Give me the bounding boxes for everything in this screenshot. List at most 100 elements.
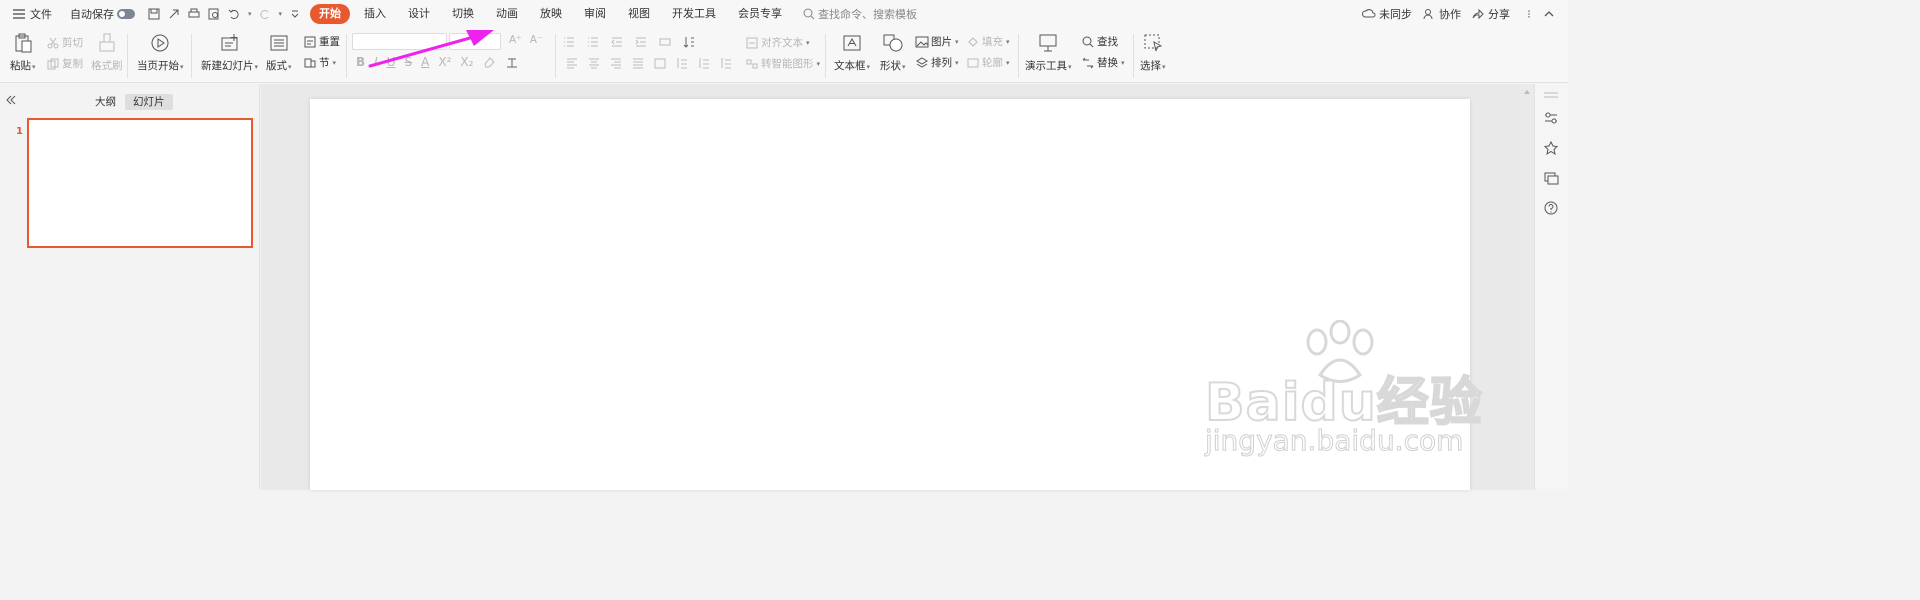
collapse-panel-icon[interactable] — [5, 94, 17, 106]
align-center-icon[interactable] — [587, 56, 601, 70]
present-tools-button[interactable]: 演示工具▾ — [1025, 32, 1072, 73]
tab-transitions[interactable]: 切换 — [444, 4, 482, 24]
tab-slideshow[interactable]: 放映 — [532, 4, 570, 24]
copy-button[interactable]: 复制 — [46, 56, 83, 71]
distribute-icon[interactable] — [653, 56, 667, 70]
bold-button[interactable]: B — [356, 55, 365, 69]
find-button[interactable]: 查找 — [1081, 34, 1118, 49]
print-icon[interactable] — [187, 7, 201, 21]
tab-home[interactable]: 开始 — [310, 4, 351, 24]
slide-transition-icon[interactable] — [1543, 170, 1559, 186]
properties-sliders-icon[interactable] — [1543, 110, 1559, 126]
section-label: 节 — [319, 57, 330, 69]
slide-editor[interactable] — [310, 99, 1470, 490]
collab-button[interactable]: 协作 — [1422, 0, 1461, 28]
command-search[interactable]: 查找命令、搜索模板 — [802, 0, 917, 28]
arrange-button[interactable]: 排列 ▾ — [915, 55, 959, 70]
scroll-up-icon[interactable] — [1523, 88, 1531, 96]
tab-design[interactable]: 设计 — [400, 4, 438, 24]
undo-icon[interactable] — [227, 7, 241, 21]
align-text-button[interactable]: 对齐文本 ▾ — [745, 35, 810, 50]
text-direction-icon[interactable] — [658, 35, 672, 49]
tab-member[interactable]: 会员专享 — [730, 4, 790, 24]
format-painter-button[interactable]: 格式刷 — [91, 32, 123, 73]
picture-button[interactable]: 图片 ▾ — [915, 34, 959, 49]
font-color-button[interactable]: A — [421, 55, 429, 69]
fill-button[interactable]: 填充 ▾ — [966, 34, 1010, 49]
font-name-dropdown[interactable] — [352, 33, 447, 50]
tab-slides[interactable]: 幻灯片 — [125, 94, 173, 110]
play-from-current-button[interactable]: 当页开始▾ — [137, 32, 184, 73]
paste-button[interactable]: 粘贴▾ — [10, 32, 36, 73]
tab-insert[interactable]: 插入 — [356, 4, 394, 24]
numbered-list-icon[interactable] — [586, 35, 600, 49]
shapes-icon — [883, 34, 903, 52]
superscript-button[interactable]: X² — [438, 55, 451, 69]
reset-button[interactable]: 重置 — [303, 34, 340, 49]
eraser-icon[interactable] — [482, 55, 496, 69]
section-button[interactable]: 节 ▾ — [303, 55, 336, 70]
layout-icon — [270, 35, 288, 51]
tab-review[interactable]: 审阅 — [576, 4, 614, 24]
export-icon[interactable] — [167, 7, 181, 21]
cut-button[interactable]: 剪切 — [46, 35, 83, 50]
align-left-icon[interactable] — [565, 56, 579, 70]
outline-icon — [967, 58, 979, 67]
cloud-icon — [1362, 9, 1376, 18]
help-icon[interactable] — [1543, 200, 1559, 216]
sync-button[interactable]: 未同步 — [1362, 0, 1412, 28]
slide-thumbnail[interactable] — [27, 118, 253, 248]
column-spacing-icon[interactable] — [719, 56, 733, 70]
textbox-button[interactable]: 文本框▾ — [834, 32, 870, 73]
grow-font-button[interactable]: A⁺ — [509, 34, 522, 46]
ribbon-separator — [825, 34, 826, 78]
textbox-icon — [843, 35, 861, 51]
outline-button[interactable]: 轮廓 ▾ — [966, 55, 1010, 70]
save-icon[interactable] — [147, 7, 161, 21]
redo-dropdown-icon[interactable]: ▾ — [279, 10, 283, 18]
sort-icon[interactable] — [682, 35, 696, 49]
subscript-button[interactable]: X₂ — [460, 55, 473, 69]
increase-indent-icon[interactable] — [634, 35, 648, 49]
redo-icon[interactable] — [258, 7, 272, 21]
file-menu[interactable]: 文件 — [12, 0, 52, 28]
line-spacing-icon[interactable] — [675, 56, 689, 70]
sidebar-drag-handle-icon[interactable] — [1543, 90, 1559, 100]
char-spacing-icon[interactable] — [505, 55, 519, 69]
autosave-toggle[interactable]: 自动保存 — [70, 0, 135, 28]
italic-button[interactable]: I — [374, 55, 378, 69]
new-slide-dropdown-icon: ▾ — [254, 63, 259, 71]
layout-button[interactable]: 版式▾ — [266, 32, 292, 73]
align-right-icon[interactable] — [609, 56, 623, 70]
to-smartart-button[interactable]: 转智能图形 ▾ — [745, 56, 820, 71]
font-size-dropdown[interactable] — [449, 33, 501, 50]
strikethrough-button[interactable]: S — [405, 55, 413, 69]
print-preview-icon[interactable] — [207, 7, 221, 21]
tab-outline[interactable]: 大纲 — [87, 94, 124, 110]
shrink-font-button[interactable]: A⁻ — [530, 34, 543, 46]
underline-button[interactable]: U — [387, 55, 396, 69]
customize-dropdown-icon[interactable] — [288, 7, 302, 21]
decrease-indent-icon[interactable] — [610, 35, 624, 49]
undo-dropdown-icon[interactable]: ▾ — [248, 10, 252, 18]
share-button[interactable]: 分享 — [1471, 0, 1510, 28]
tab-developer[interactable]: 开发工具 — [664, 4, 724, 24]
menu-bar: 文件 自动保存 ▾ ▾ 开始 插入 设计 切换 动画 放映 审阅 视图 开发工具 — [0, 0, 1568, 28]
more-menu-button[interactable] — [1524, 0, 1534, 28]
find-label: 查找 — [1097, 36, 1118, 48]
animation-star-icon[interactable] — [1543, 140, 1559, 156]
paragraph-spacing-icon[interactable] — [697, 56, 711, 70]
section-dropdown-icon: ▾ — [332, 58, 337, 67]
justify-icon[interactable] — [631, 56, 645, 70]
shapes-button[interactable]: 形状▾ — [880, 32, 906, 73]
tab-view[interactable]: 视图 — [620, 4, 658, 24]
collapse-ribbon-button[interactable] — [1542, 0, 1556, 28]
tab-animations[interactable]: 动画 — [488, 4, 526, 24]
select-button[interactable]: 选择▾ — [1140, 32, 1166, 73]
replace-button[interactable]: 替换 ▾ — [1081, 55, 1125, 70]
vertical-scrollbar[interactable] — [1520, 84, 1534, 490]
replace-dropdown-icon: ▾ — [1121, 58, 1125, 67]
replace-icon — [1082, 57, 1094, 68]
new-slide-button[interactable]: 新建幻灯片▾ — [201, 32, 258, 73]
bullet-list-icon[interactable] — [562, 35, 576, 49]
